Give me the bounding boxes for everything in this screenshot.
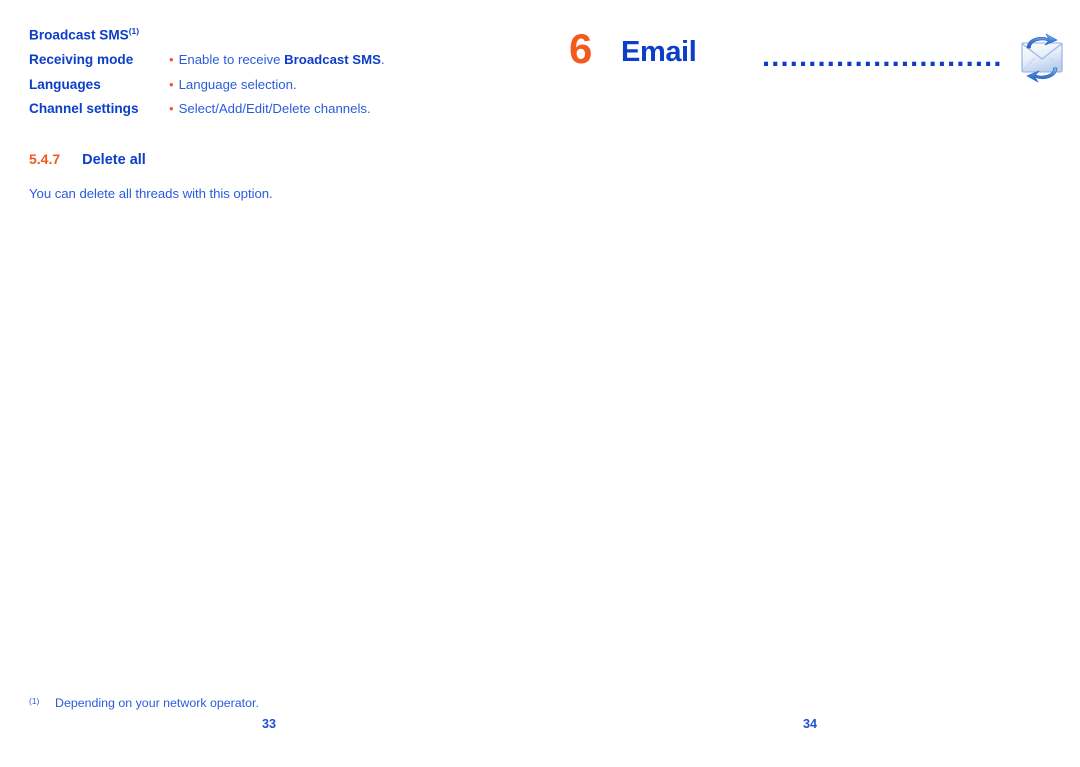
spec-table-title: Broadcast SMS(1) — [29, 22, 169, 45]
broadcast-sms-spec-table: Broadcast SMS(1) Receiving mode • Enable… — [29, 22, 449, 124]
spec-table-title-row: Broadcast SMS(1) — [29, 22, 449, 45]
page-number-left: 33 — [261, 717, 276, 731]
spec-term-receiving-mode: Receiving mode — [29, 52, 134, 68]
desc-bold: Broadcast SMS — [284, 52, 381, 68]
footnote-text: Depending on your network operator. — [55, 696, 259, 710]
leader-dots: .............................. — [762, 46, 1003, 68]
footnote-marker: (1) — [29, 696, 40, 706]
bullet-icon: • — [169, 76, 174, 92]
bullet-icon: • — [169, 52, 174, 68]
chapter-number: 6 — [569, 25, 592, 72]
desc-suffix: . — [380, 52, 385, 68]
footnote: (1) Depending on your network operator. — [29, 695, 489, 711]
spec-table-title-superscript: (1) — [128, 26, 140, 36]
desc-prefix: Enable to receive — [178, 52, 285, 68]
table-row: Channel settings • Select/Add/Edit/Delet… — [29, 99, 449, 118]
spec-desc-languages: Language selection. — [178, 76, 297, 92]
page-number-right: 34 — [802, 717, 817, 731]
section-number: 5.4.7 — [29, 151, 61, 167]
delete-all-paragraph: You can delete all threads with this opt… — [29, 186, 273, 201]
spec-term-channel-settings: Channel settings — [29, 101, 139, 117]
spec-table-title-text: Broadcast SMS — [29, 27, 129, 43]
page-right: 6 Email .............................. — [540, 0, 1080, 767]
spec-term-languages: Languages — [29, 76, 101, 92]
chapter-title: Email — [621, 36, 697, 68]
table-row: Receiving mode • Enable to receive Broad… — [29, 50, 449, 69]
chapter-header: 6 Email .............................. — [569, 25, 1063, 92]
spec-desc-channel-settings: Select/Add/Edit/Delete channels. — [178, 101, 371, 117]
email-sync-icon — [1013, 32, 1071, 84]
table-row: Languages • Language selection. — [29, 75, 449, 94]
section-title: Delete all — [82, 152, 146, 168]
spec-desc-receiving-mode: Enable to receive Broadcast SMS. — [179, 50, 449, 69]
bullet-icon: • — [169, 101, 174, 117]
section-heading-delete-all: 5.4.7 Delete all — [29, 151, 146, 168]
page-left: Broadcast SMS(1) Receiving mode • Enable… — [0, 0, 540, 767]
